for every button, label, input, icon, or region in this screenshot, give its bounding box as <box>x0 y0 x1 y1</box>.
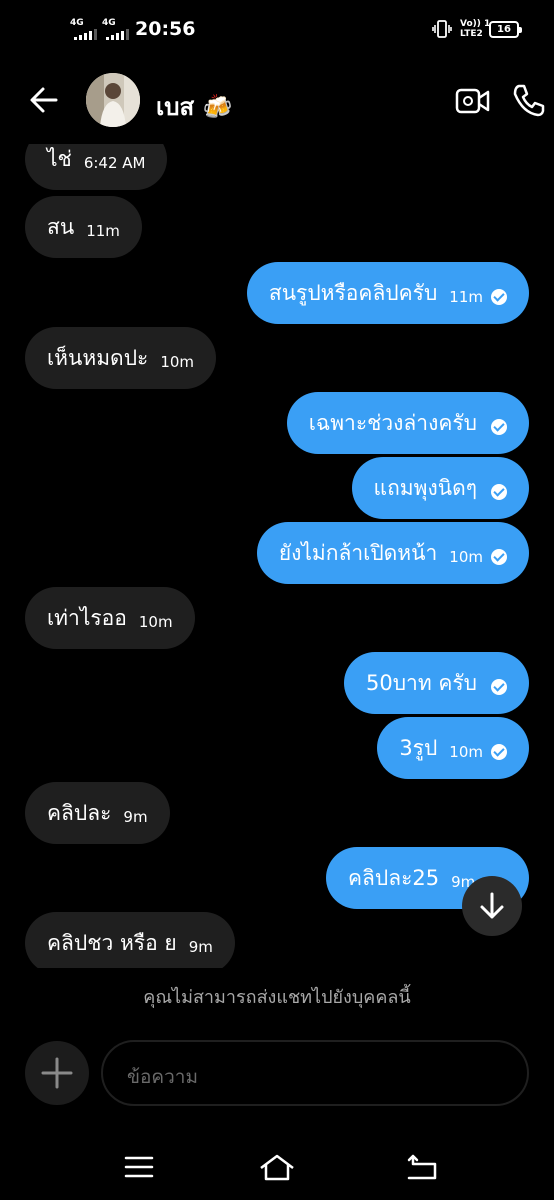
arrow-down-icon <box>480 892 504 919</box>
add-attachment-button[interactable] <box>25 1041 89 1105</box>
message-text: คลิปละ <box>47 800 112 825</box>
system-nav-bar <box>0 1140 554 1200</box>
message-time: 9m <box>188 938 213 956</box>
menu-icon[interactable] <box>124 1154 154 1180</box>
battery-icon: 16 <box>489 21 522 38</box>
seen-check-icon <box>491 744 507 760</box>
message-input-placeholder: ข้อความ <box>127 1066 198 1088</box>
message-text: สน <box>47 214 75 239</box>
video-call-icon[interactable] <box>455 84 491 118</box>
sim2-signal-icon: 4G <box>102 18 129 40</box>
back-arrow-icon[interactable] <box>26 82 62 118</box>
status-bar: 4G 4G 20:56 Vo)) 1 LTE2 16 <box>0 0 554 60</box>
sim1-signal-icon: 4G <box>70 18 97 40</box>
seen-check-icon <box>491 679 507 695</box>
message-text: 50บาท ครับ <box>365 670 477 695</box>
scroll-to-bottom-button[interactable] <box>462 876 522 936</box>
message-list[interactable]: ไช่ 6:42 AM สน 11m สนรูปหรือคลิปครับ 11m… <box>0 144 554 968</box>
message-time: 10m <box>449 548 483 566</box>
seen-check-icon <box>491 419 507 435</box>
message-bubble-incoming[interactable]: เท่าไรออ 10m <box>25 587 195 649</box>
plus-icon <box>41 1057 73 1089</box>
volte-top-label: Vo)) 1 <box>460 19 491 29</box>
return-icon[interactable] <box>405 1152 439 1182</box>
avatar[interactable] <box>86 73 140 127</box>
message-time: 11m <box>86 222 120 240</box>
message-time: 6:42 AM <box>83 154 146 172</box>
message-bubble-incoming[interactable]: ไช่ 6:42 AM <box>25 144 168 190</box>
message-text: แถมพุงนิดๆ <box>373 475 477 500</box>
message-bubble-outgoing[interactable]: แถมพุงนิดๆ <box>351 457 529 519</box>
vibrate-icon <box>432 20 452 38</box>
message-bubble-incoming[interactable]: คลิปละ 9m <box>25 782 170 844</box>
sim1-network-label: 4G <box>70 18 84 28</box>
phone-icon[interactable] <box>511 82 547 118</box>
chat-header: เบส 🍻 <box>0 60 554 144</box>
home-icon[interactable] <box>258 1152 296 1182</box>
message-time: 11m <box>449 288 483 306</box>
message-bubble-incoming[interactable]: คลิปชว หรือ ย 9m <box>25 912 235 968</box>
seen-check-icon <box>491 289 507 305</box>
message-text: ยังไม่กล้าเปิดหน้า <box>278 540 438 565</box>
battery-level: 16 <box>497 24 511 35</box>
message-text: คลิปละ25 <box>348 865 440 890</box>
seen-check-icon <box>491 549 507 565</box>
message-text: เฉพาะช่วงล่างครับ <box>308 410 477 435</box>
message-text: เท่าไรออ <box>47 605 127 630</box>
sim2-network-label: 4G <box>102 18 116 28</box>
seen-check-icon <box>491 484 507 500</box>
message-bubble-incoming[interactable]: สน 11m <box>25 196 142 258</box>
message-input[interactable]: ข้อความ <box>101 1040 529 1106</box>
message-text: ไช่ <box>47 146 72 171</box>
message-time: 10m <box>449 743 483 761</box>
volte-bottom-label: LTE2 <box>460 29 483 39</box>
message-time: 10m <box>160 353 195 371</box>
clock: 20:56 <box>135 18 196 40</box>
message-bubble-incoming[interactable]: เห็นหมดปะ 10m <box>25 327 217 389</box>
message-text: 3รูป <box>399 735 438 760</box>
message-text: เห็นหมดปะ <box>47 345 149 370</box>
message-bubble-outgoing[interactable]: ยังไม่กล้าเปิดหน้า 10m <box>256 522 529 584</box>
message-bubble-outgoing[interactable]: เฉพาะช่วงล่างครับ <box>286 392 529 454</box>
contact-name[interactable]: เบส 🍻 <box>156 87 232 126</box>
message-bubble-outgoing[interactable]: 3รูป 10m <box>377 717 529 779</box>
message-time: 10m <box>138 613 173 631</box>
message-text: คลิปชว หรือ ย <box>47 930 177 955</box>
cannot-send-notice: คุณไม่สามารถส่งแชทไปยังบุคคลนี้ <box>143 987 411 1008</box>
message-time: 9m <box>123 808 148 826</box>
volte-indicator: Vo)) 1 LTE2 <box>460 19 490 39</box>
message-text: สนรูปหรือคลิปครับ <box>268 280 438 305</box>
message-bubble-outgoing[interactable]: 50บาท ครับ <box>343 652 529 714</box>
message-bubble-outgoing[interactable]: สนรูปหรือคลิปครับ 11m <box>246 262 529 324</box>
